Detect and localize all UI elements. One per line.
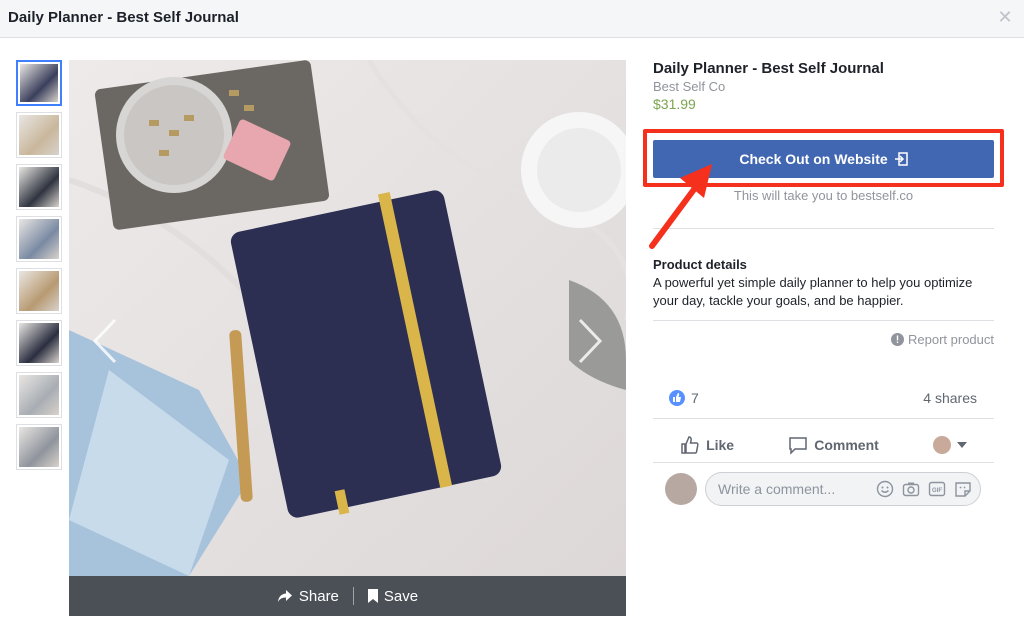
like-count[interactable]: 7 (669, 390, 699, 406)
share-label: Share (298, 587, 339, 605)
product-details-text: A powerful yet simple daily planner to h… (653, 275, 973, 308)
avatar[interactable] (665, 473, 697, 505)
thumbnail-image (19, 375, 59, 415)
thumbnail-image (19, 219, 59, 259)
chevron-right-icon (578, 318, 603, 364)
sticker-icon[interactable] (954, 480, 972, 498)
product-details-heading: Product details (653, 257, 747, 272)
photo-thumbnail[interactable] (16, 216, 62, 262)
product-price: $31.99 (653, 96, 696, 112)
photo-thumbnail[interactable] (16, 60, 62, 106)
reaction-audience-selector[interactable] (932, 436, 967, 454)
bookmark-icon (367, 589, 378, 603)
check-out-on-website-button[interactable]: Check Out on Website (653, 140, 994, 178)
thumbnail-image (19, 323, 59, 363)
photo-thumbnail[interactable] (16, 320, 62, 366)
thumbnail-image (20, 64, 58, 102)
report-product-link[interactable]: Report product (891, 332, 994, 347)
gif-icon[interactable]: GIF (928, 480, 946, 498)
photo-thumbnail[interactable] (16, 112, 62, 158)
comment-button[interactable]: Comment (788, 435, 879, 455)
photo-thumbnail[interactable] (16, 424, 62, 470)
chevron-down-icon (956, 442, 967, 448)
close-icon[interactable]: ✕ (996, 8, 1014, 26)
divider (653, 462, 994, 463)
comment-label: Comment (814, 437, 879, 453)
report-label: Report product (908, 332, 994, 347)
alert-icon (891, 333, 904, 346)
avatar (932, 436, 951, 454)
comment-input[interactable]: Write a comment... GIF (705, 472, 981, 506)
save-button[interactable]: Save (354, 588, 432, 605)
product-title: Daily Planner - Best Self Journal (653, 60, 884, 77)
thumbs-up-icon (681, 436, 699, 454)
photo-thumbnail[interactable] (16, 268, 62, 314)
photo-action-bar: Share Save (69, 576, 626, 616)
photo-viewer: Share Save (69, 60, 626, 616)
like-count-value: 7 (691, 390, 699, 406)
share-button[interactable]: Share (263, 588, 353, 605)
save-label: Save (383, 587, 419, 605)
divider (653, 418, 994, 419)
thumbnail-strip (16, 60, 64, 476)
comment-bubble-icon (789, 437, 807, 455)
comment-composer: Write a comment... GIF (665, 472, 981, 506)
photo-thumbnail[interactable] (16, 164, 62, 210)
thumbnail-image (19, 427, 59, 467)
chevron-left-icon (92, 318, 117, 364)
engagement-summary: 7 4 shares (669, 390, 977, 406)
share-count[interactable]: 4 shares (923, 390, 977, 406)
share-arrow-icon (277, 590, 292, 602)
dialog-title: Daily Planner - Best Self Journal (8, 9, 239, 26)
thumbnail-image (19, 271, 59, 311)
photo-thumbnail[interactable] (16, 372, 62, 418)
product-info-panel: Daily Planner - Best Self Journal Best S… (643, 58, 1004, 506)
divider (653, 228, 994, 229)
cta-note: This will take you to bestself.co (733, 188, 914, 203)
like-reaction-icon (669, 390, 685, 406)
camera-icon[interactable] (902, 480, 920, 498)
seller-name[interactable]: Best Self Co (653, 79, 994, 94)
product-photo (69, 60, 626, 576)
cta-label: Check Out on Website (739, 151, 888, 167)
previous-photo-button[interactable] (91, 318, 119, 364)
thumbnail-image (19, 115, 59, 155)
like-label: Like (706, 437, 735, 453)
svg-text:GIF: GIF (932, 488, 942, 494)
thumbnail-image (19, 167, 59, 207)
like-button[interactable]: Like (680, 435, 734, 455)
comment-placeholder: Write a comment... (718, 481, 836, 497)
post-actions: Like Comment (653, 428, 994, 462)
external-link-icon (894, 152, 908, 166)
divider (653, 320, 994, 321)
dialog-header: Daily Planner - Best Self Journal ✕ (0, 0, 1024, 38)
emoji-icon[interactable] (876, 480, 894, 498)
next-photo-button[interactable] (576, 318, 604, 364)
